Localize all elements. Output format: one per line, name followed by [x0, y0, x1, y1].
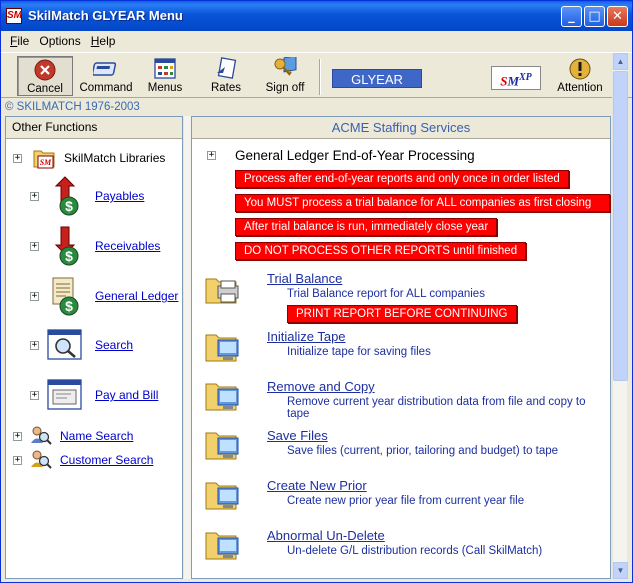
receivables-icon: $: [54, 226, 79, 266]
computer-folder-icon[interactable]: [204, 475, 242, 513]
warning-banner: DO NOT PROCESS OTHER REPORTS until finis…: [235, 242, 527, 260]
receivables-link[interactable]: Receivables: [95, 239, 160, 253]
other-functions-header: Other Functions: [6, 117, 182, 139]
tree-item-search[interactable]: + Search: [30, 328, 133, 362]
pay-and-bill-link[interactable]: Pay and Bill: [95, 388, 158, 402]
task-description: Initialize tape for saving files: [287, 346, 431, 358]
create-new-prior-link[interactable]: Create New Prior: [267, 478, 367, 493]
warning-banner: You MUST process a trial balance for ALL…: [235, 194, 610, 225]
trial-balance-link[interactable]: Trial Balance: [267, 271, 342, 286]
save-files-link[interactable]: Save Files: [267, 428, 328, 443]
expand-icon[interactable]: +: [30, 191, 39, 201]
maximize-button[interactable]: □: [584, 6, 605, 27]
menu-file[interactable]: File: [5, 34, 34, 48]
rates-button[interactable]: Rates: [205, 56, 247, 96]
general-ledger-link[interactable]: General Ledger: [95, 289, 178, 303]
computer-folder-icon[interactable]: [204, 327, 242, 365]
tree-item-skilmatch-libraries[interactable]: + SM SkilMatch Libraries: [13, 145, 165, 171]
module-name-box: GLYEAR: [332, 69, 422, 88]
toolbar: Cancel Command Menus Rates Sign off GLYE…: [1, 52, 632, 98]
menus-button[interactable]: Menus: [142, 56, 188, 96]
print-report-warning: PRINT REPORT BEFORE CONTINUING: [287, 305, 517, 323]
search-icon: [47, 329, 82, 360]
task-description: Save files (current, prior, tailoring an…: [287, 445, 559, 457]
tree-item-payables[interactable]: + $ Payables: [30, 176, 144, 216]
svg-text:$: $: [65, 248, 73, 264]
toolbar-separator: [319, 59, 321, 95]
task-description: Trial Balance report for ALL companies: [287, 288, 485, 300]
command-button[interactable]: Command: [79, 56, 133, 96]
command-icon: [93, 62, 117, 76]
expand-icon[interactable]: +: [30, 241, 39, 251]
scroll-thumb[interactable]: [613, 71, 628, 381]
expand-icon[interactable]: +: [13, 455, 22, 465]
name-search-link[interactable]: Name Search: [60, 429, 133, 443]
tree-item-customer-search[interactable]: + Customer Search: [13, 449, 153, 471]
copyright-text: © SKILMATCH 1976-2003: [5, 101, 140, 113]
task-description: Create new prior year file from current …: [287, 495, 525, 507]
section-title: General Ledger End-of-Year Processing: [235, 148, 475, 163]
menus-icon: [154, 58, 176, 79]
printer-folder-icon[interactable]: [204, 269, 242, 307]
sign-off-button[interactable]: Sign off: [262, 56, 308, 96]
scroll-down-button[interactable]: ▼: [613, 562, 628, 579]
cancel-icon: [34, 59, 56, 81]
cancel-button[interactable]: Cancel: [17, 56, 73, 96]
task-description: Remove current year distribution data fr…: [287, 396, 586, 420]
name-search-icon: [31, 426, 52, 445]
pay-and-bill-icon: [47, 379, 82, 410]
skilmatch-libraries-icon: SM: [33, 150, 55, 169]
close-button[interactable]: ✕: [607, 6, 628, 27]
attention-icon: [569, 58, 591, 80]
tree-item-name-search[interactable]: + Name Search: [13, 425, 133, 447]
key-icon: [274, 57, 297, 76]
expand-icon[interactable]: +: [13, 153, 22, 163]
task-description: Un-delete G/L distribution records (Call…: [287, 545, 543, 557]
remove-and-copy-link[interactable]: Remove and Copy: [267, 379, 375, 394]
svg-text:SM: SM: [40, 158, 52, 167]
general-ledger-icon: $: [52, 277, 79, 316]
warning-banner: Process after end-of-year reports and on…: [235, 170, 569, 188]
svg-text:$: $: [65, 298, 73, 314]
rates-icon: [217, 57, 237, 79]
main-panel: ACME Staffing Services + General Ledger …: [191, 116, 611, 579]
tree-item-receivables[interactable]: + $ Receivables: [30, 226, 160, 266]
attention-button[interactable]: Attention: [554, 56, 606, 96]
customer-search-link[interactable]: Customer Search: [60, 453, 153, 467]
menu-bar: File Options Help: [1, 31, 632, 51]
search-link[interactable]: Search: [95, 338, 133, 352]
app-icon: SM: [6, 8, 22, 24]
tree-item-general-ledger[interactable]: + $ General Ledger: [30, 276, 178, 316]
expand-icon[interactable]: +: [13, 431, 22, 441]
title-bar[interactable]: SM SkilMatch GLYEAR Menu _ □ ✕: [1, 1, 632, 31]
warning-banner: After trial balance is run, immediately …: [235, 218, 498, 236]
expand-icon[interactable]: +: [30, 291, 39, 301]
expand-icon[interactable]: +: [30, 390, 39, 400]
customer-search-icon: [31, 450, 52, 469]
payables-link[interactable]: Payables: [95, 189, 144, 203]
minimize-button[interactable]: _: [561, 6, 582, 27]
computer-folder-icon[interactable]: [204, 376, 242, 414]
expand-icon[interactable]: +: [207, 151, 216, 160]
computer-folder-icon[interactable]: [204, 425, 242, 463]
menu-options[interactable]: Options: [34, 34, 85, 48]
initialize-tape-link[interactable]: Initialize Tape: [267, 329, 346, 344]
menu-help[interactable]: Help: [86, 34, 121, 48]
app-window: SM SkilMatch GLYEAR Menu _ □ ✕ File Opti…: [0, 0, 633, 583]
tree-label: SkilMatch Libraries: [64, 151, 166, 165]
company-name-header: ACME Staffing Services: [192, 117, 610, 139]
payables-icon: $: [54, 176, 79, 216]
computer-folder-icon[interactable]: [204, 525, 242, 563]
abnormal-un-delete-link[interactable]: Abnormal Un-Delete: [267, 528, 385, 543]
main-scrollbar[interactable]: ▲ ▼: [612, 53, 628, 579]
scroll-up-button[interactable]: ▲: [613, 53, 628, 70]
smxp-logo: SMXP: [491, 66, 541, 90]
expand-icon[interactable]: +: [30, 340, 39, 350]
other-functions-panel: Other Functions + SM SkilMatch Libraries…: [5, 116, 183, 579]
tree-item-pay-and-bill[interactable]: + Pay and Bill: [30, 378, 158, 412]
window-title: SkilMatch GLYEAR Menu: [28, 8, 183, 23]
svg-text:$: $: [65, 198, 73, 214]
